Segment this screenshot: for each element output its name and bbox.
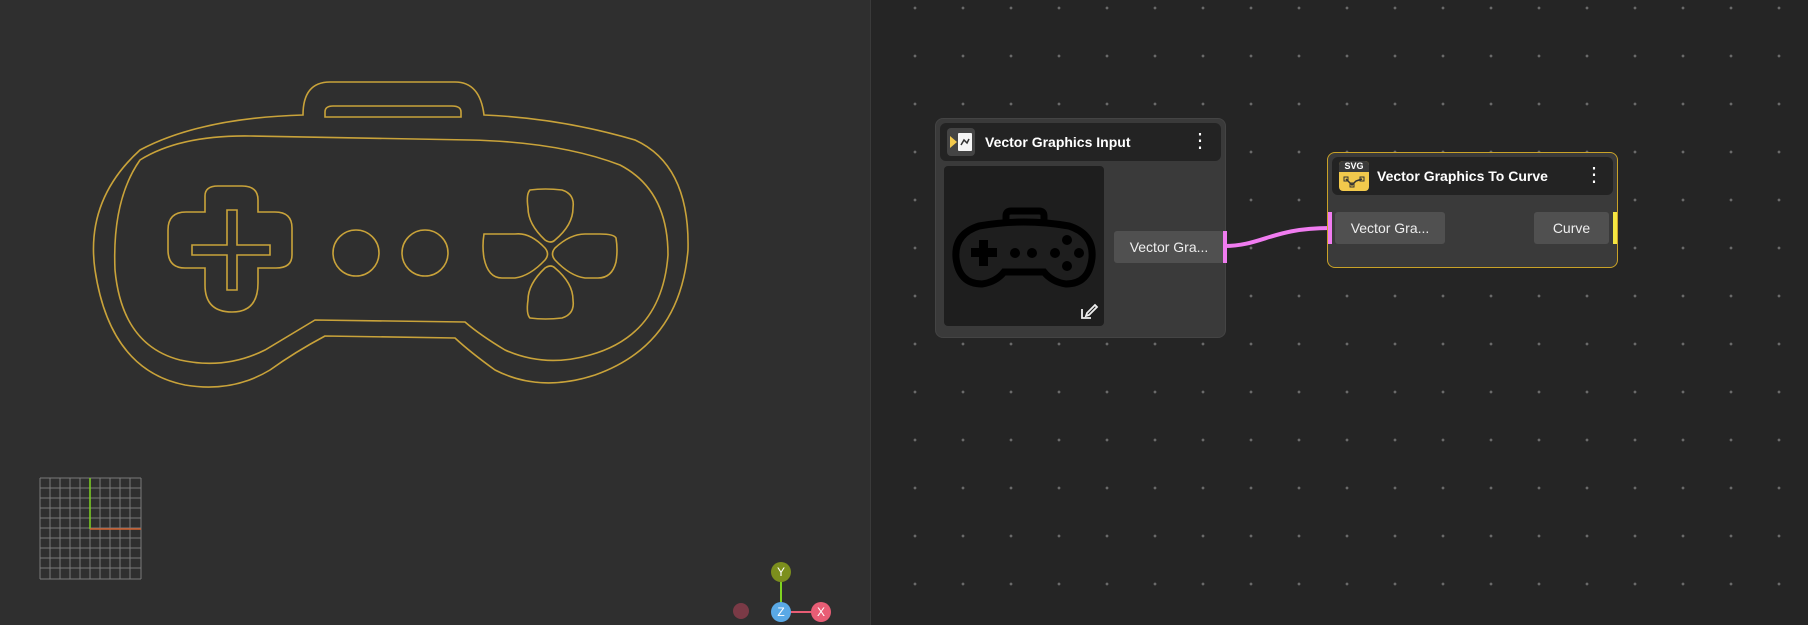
output-port-curve[interactable]: Curve: [1534, 212, 1609, 244]
input-port-vector-graphics[interactable]: Vector Gra...: [1335, 212, 1445, 244]
y-axis-handle[interactable]: Y: [771, 562, 791, 582]
svg-to-curve-icon: SVG: [1339, 161, 1369, 191]
vector-input-icon: [947, 128, 975, 156]
viewport-grid-icon: [39, 477, 142, 580]
node-header[interactable]: Vector Graphics Input ⋮: [940, 123, 1221, 161]
node-title: Vector Graphics To Curve: [1377, 168, 1548, 184]
node-vector-graphics-to-curve[interactable]: SVG Vector Graphics To Curve ⋮ Vector Gr…: [1327, 152, 1618, 268]
edit-icon[interactable]: [1078, 300, 1100, 322]
node-menu-button[interactable]: ⋮: [1190, 130, 1210, 154]
output-port-vector-graphics[interactable]: Vector Gra...: [1114, 231, 1224, 263]
node-title: Vector Graphics Input: [985, 134, 1131, 150]
z-axis-handle[interactable]: Z: [771, 602, 791, 622]
axis-gizmo[interactable]: Y Z X: [726, 555, 836, 625]
x-axis-handle[interactable]: X: [811, 602, 831, 622]
node-menu-button[interactable]: ⋮: [1584, 164, 1604, 188]
output-port-handle[interactable]: [1613, 212, 1617, 244]
3d-viewport[interactable]: Y Z X: [0, 0, 870, 625]
svg-preview[interactable]: [944, 166, 1104, 326]
node-header[interactable]: SVG Vector Graphics To Curve ⋮: [1332, 157, 1613, 195]
output-port-handle[interactable]: [1223, 231, 1227, 263]
node-vector-graphics-input[interactable]: Vector Graphics Input ⋮ Vector Gra...: [935, 118, 1227, 338]
node-link[interactable]: [1222, 220, 1332, 260]
input-port-handle[interactable]: [1328, 212, 1332, 244]
